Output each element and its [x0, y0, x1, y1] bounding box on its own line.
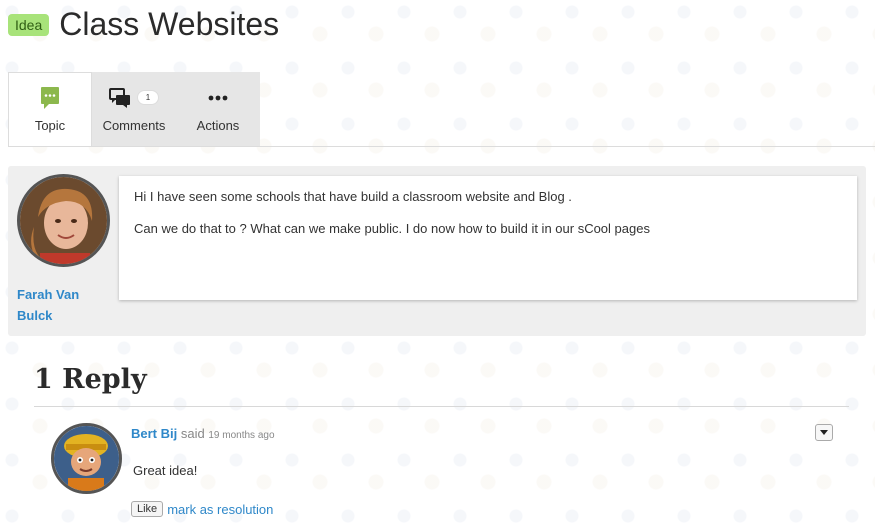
chevron-down-icon [820, 430, 828, 435]
tab-label: Actions [196, 117, 240, 133]
tab-actions[interactable]: Actions [176, 72, 260, 146]
tab-label: Topic [34, 118, 66, 133]
topic-author-link[interactable]: Farah Van Bulck [17, 284, 97, 326]
comments-icon [108, 87, 130, 108]
like-button[interactable]: Like [131, 501, 164, 517]
comments-icon-wrap: 1 [108, 86, 160, 110]
reply-said-label: said [180, 426, 205, 441]
replies-divider [34, 406, 849, 407]
topic-line: Can we do that to ? What can we make pub… [134, 221, 650, 236]
tab-bar: Topic 1 Comments Actions [8, 72, 260, 146]
tab-topic[interactable]: Topic [8, 72, 92, 146]
topic-icon [40, 86, 60, 110]
reply-text: Great idea! [133, 463, 198, 478]
page-title: Class Websites [59, 6, 280, 42]
reply-meta: Bert Bij said 19 months ago [131, 426, 275, 441]
page-header: Idea Class Websites [8, 6, 279, 43]
tab-comments[interactable]: 1 Comments [92, 72, 176, 146]
topic-line: Hi I have seen some schools that have bu… [134, 189, 572, 204]
tab-divider [8, 146, 875, 147]
topic-body: Hi I have seen some schools that have bu… [119, 176, 857, 300]
reply-author-link[interactable]: Bert Bij [131, 426, 177, 441]
reply-options-button[interactable] [815, 424, 833, 441]
replies-heading: 1 Reply [34, 364, 147, 395]
avatar[interactable] [51, 423, 122, 494]
idea-badge: Idea [8, 13, 50, 36]
reply-timestamp: 19 months ago [208, 430, 275, 441]
topic-post: Farah Van Bulck Hi I have seen some scho… [8, 166, 866, 336]
avatar[interactable] [17, 174, 110, 267]
tab-label: Comments [102, 117, 166, 133]
reply-actions: Like mark as resolution [131, 501, 273, 517]
comment-count-badge: 1 [136, 90, 160, 105]
mark-as-resolution-link[interactable]: mark as resolution [167, 502, 273, 517]
more-icon [208, 86, 228, 110]
